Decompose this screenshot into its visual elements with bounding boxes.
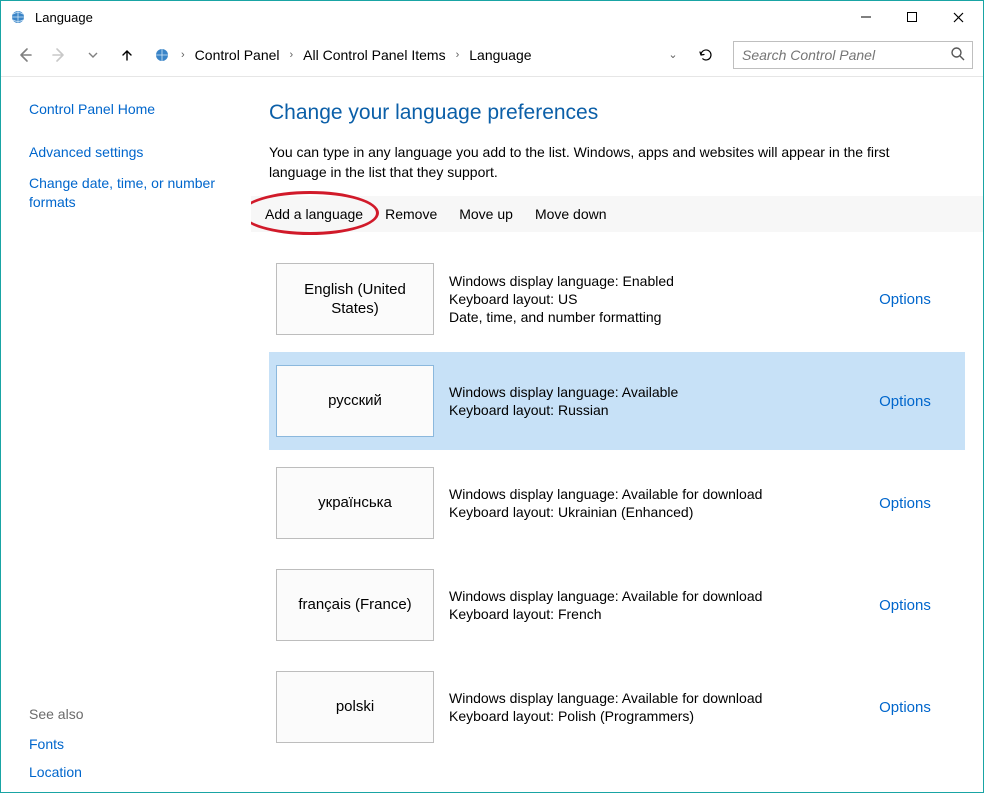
language-name-cell: русский [269,352,441,450]
options-link[interactable]: Options [879,291,931,308]
close-button[interactable] [935,2,981,32]
titlebar: Language [1,1,983,33]
options-link[interactable]: Options [879,495,931,512]
language-row[interactable]: русскийWindows display language: Availab… [269,352,965,450]
language-window: Language [0,0,984,793]
sidebar: Control Panel Home Advanced settings Cha… [1,77,251,792]
minimize-button[interactable] [843,2,889,32]
body: Control Panel Home Advanced settings Cha… [1,77,983,792]
breadcrumb-item[interactable]: Control Panel [193,45,282,65]
intro-text: You can type in any language you add to … [269,143,949,182]
language-details: Windows display language: Available for … [441,454,845,552]
language-detail-line: Keyboard layout: Russian [449,402,837,418]
language-detail-line: Windows display language: Enabled [449,273,837,289]
language-detail-line: Windows display language: Available for … [449,690,837,706]
refresh-button[interactable] [691,41,721,69]
language-detail-line: Keyboard layout: Polish (Programmers) [449,708,837,724]
language-options-cell: Options [845,556,965,654]
breadcrumb-item[interactable]: Language [467,45,533,65]
language-details: Windows display language: Available Keybo… [441,352,845,450]
chevron-right-icon[interactable]: › [177,49,189,61]
sidebar-link-advanced[interactable]: Advanced settings [29,143,239,162]
options-link[interactable]: Options [879,699,931,716]
language-options-cell: Options [845,454,965,552]
chevron-down-icon[interactable]: ⌄ [663,48,683,61]
search-box[interactable] [733,41,973,69]
globe-icon [153,46,171,64]
remove-button[interactable]: Remove [385,206,437,222]
window-title: Language [35,10,93,25]
globe-icon [9,8,27,26]
language-detail-line: Windows display language: Available for … [449,486,837,502]
language-toolbar: Add a language Remove Move up Move down [251,196,983,232]
search-icon[interactable] [950,46,966,65]
main-content: Change your language preferences You can… [251,77,983,792]
language-name-cell: English (United States) [269,250,441,348]
chevron-right-icon[interactable]: › [452,49,464,61]
sidebar-link-datetime[interactable]: Change date, time, or number formats [29,174,239,212]
language-detail-line: Keyboard layout: Ukrainian (Enhanced) [449,504,837,520]
language-details: Windows display language: Enabled Keyboar… [441,250,845,348]
language-options-cell: Options [845,658,965,756]
language-name-box[interactable]: français (France) [276,569,434,641]
language-detail-line: Keyboard layout: French [449,606,837,622]
language-details: Windows display language: Available for … [441,556,845,654]
options-link[interactable]: Options [879,597,931,614]
add-language-button[interactable]: Add a language [265,206,363,222]
options-link[interactable]: Options [879,393,931,410]
move-up-button[interactable]: Move up [459,206,513,222]
see-also-location[interactable]: Location [29,764,239,780]
language-row[interactable]: polski Windows display language: Availabl… [269,658,965,756]
recent-dropdown[interactable] [79,41,107,69]
breadcrumb-item[interactable]: All Control Panel Items [301,45,447,65]
search-input[interactable] [734,42,972,68]
language-name-box[interactable]: polski [276,671,434,743]
language-name-box[interactable]: русский [276,365,434,437]
control-panel-home-link[interactable]: Control Panel Home [29,101,239,117]
language-row[interactable]: français (France) Windows display languag… [269,556,965,654]
see-also-fonts[interactable]: Fonts [29,736,239,752]
see-also-heading: See also [29,706,239,722]
language-row[interactable]: English (United States)Windows display l… [269,250,965,348]
language-options-cell: Options [845,250,965,348]
up-button[interactable] [113,41,141,69]
chevron-right-icon[interactable]: › [286,49,298,61]
language-name-box[interactable]: English (United States) [276,263,434,335]
language-name-box[interactable]: українська [276,467,434,539]
language-detail-line: Keyboard layout: US [449,291,837,307]
language-name-cell: polski [269,658,441,756]
breadcrumb[interactable]: › Control Panel › All Control Panel Item… [147,45,540,65]
language-name-cell: українська [269,454,441,552]
language-detail-line: Date, time, and number formatting [449,309,837,325]
back-button[interactable] [11,41,39,69]
maximize-button[interactable] [889,2,935,32]
language-list: English (United States)Windows display l… [269,250,965,756]
language-detail-line: Windows display language: Available for … [449,588,837,604]
page-title: Change your language preferences [269,101,965,125]
language-detail-line: Windows display language: Available [449,384,837,400]
nav-row: › Control Panel › All Control Panel Item… [1,33,983,77]
move-down-button[interactable]: Move down [535,206,607,222]
language-name-cell: français (France) [269,556,441,654]
language-row[interactable]: українська Windows display language: Avai… [269,454,965,552]
language-details: Windows display language: Available for … [441,658,845,756]
forward-button[interactable] [45,41,73,69]
language-options-cell: Options [845,352,965,450]
